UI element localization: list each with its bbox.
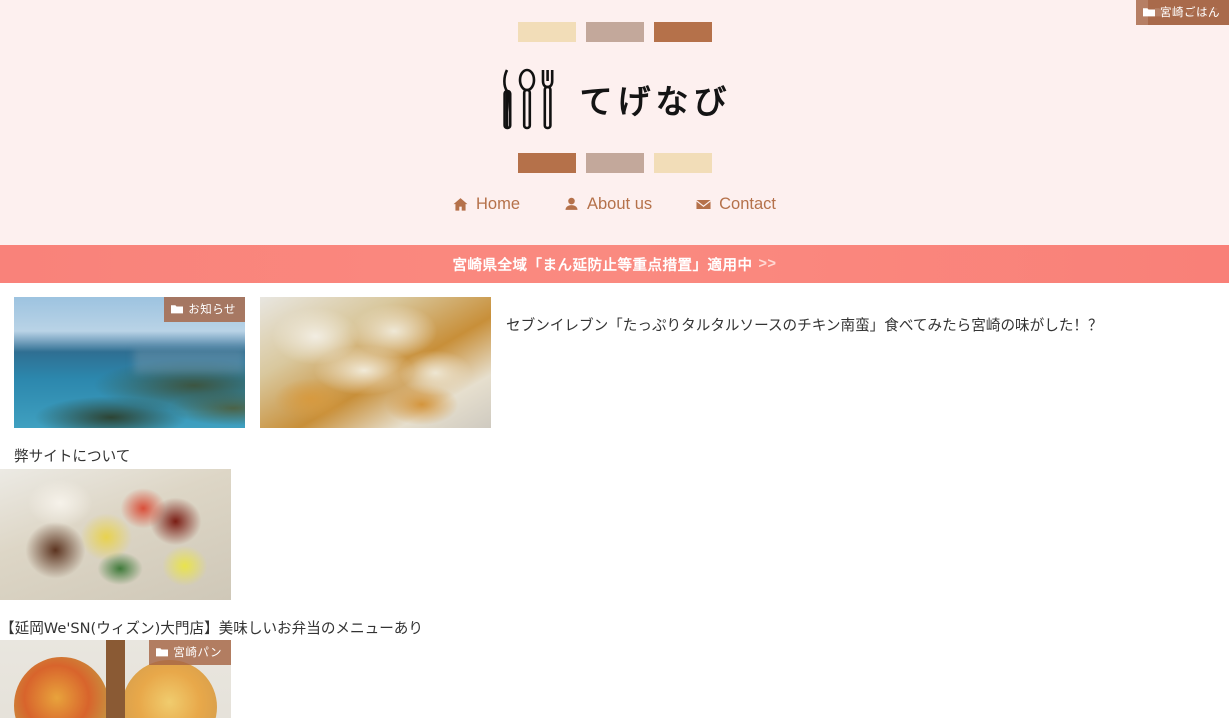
card-thumbnail[interactable]: 宮崎パン: [0, 640, 231, 718]
home-icon: [453, 197, 468, 212]
knife-spoon-fork-icon: [498, 64, 558, 134]
card-thumbnail[interactable]: お知らせ: [14, 297, 245, 428]
card-thumbnail[interactable]: [0, 468, 231, 600]
post-carousel: お知らせ 弊サイトについて コンビニ セブンイレブン「たっぷりタルタルソースのチ…: [0, 0, 1229, 469]
alert-text: 宮崎県全域「まん延防止等重点措置」適用中: [452, 257, 753, 274]
nav-item-about-us[interactable]: About us: [564, 195, 652, 214]
folder-icon: [171, 304, 184, 314]
category-label: 宮崎パン: [173, 647, 222, 660]
card-title[interactable]: 弊サイトについて: [14, 445, 245, 469]
beef-bento-lunchbox-photo: [0, 468, 231, 600]
category-badge[interactable]: お知らせ: [164, 297, 245, 322]
site-title: てげなび: [579, 82, 732, 121]
user-icon: [564, 197, 579, 212]
site-logo[interactable]: てげなび: [498, 64, 732, 134]
bar-cream: [653, 153, 712, 173]
nav-label: Home: [475, 195, 520, 213]
folder-icon: [1143, 7, 1155, 17]
nav-label: About us: [587, 195, 653, 213]
covid-alert-banner[interactable]: 宮崎県全域「まん延防止等重点措置」適用中 >>: [0, 245, 1229, 283]
chicken-nanban-tartar-bento-photo: [260, 297, 491, 428]
bar-taupe: [585, 153, 644, 173]
decorative-bars-bottom: [517, 153, 712, 173]
decorative-bars-top: [517, 22, 712, 42]
category-label: お知らせ: [188, 304, 236, 316]
nav-item-contact[interactable]: Contact: [696, 195, 776, 214]
envelope-icon: [696, 197, 711, 212]
post-card[interactable]: お知らせ 弊サイトについて: [14, 297, 245, 469]
card-title[interactable]: 【延岡We'SN(ウィズン)大門店】美味しいお弁当のメニューあり: [0, 617, 1229, 641]
post-card[interactable]: 宮崎パン 延岡のピザ屋なら『 ピザ・ドンキ』宅配／テイクアウトOK【半額の日あり…: [0, 640, 231, 718]
category-badge[interactable]: 宮崎パン: [149, 640, 231, 666]
bar-terracotta: [653, 22, 712, 42]
site-header: てげなび Home About us Contact: [0, 0, 1229, 245]
alert-arrow: >>: [758, 256, 777, 272]
category-label: 宮崎ごはん: [1160, 7, 1220, 19]
post-card[interactable]: コンビニ: [260, 0, 1229, 469]
nav-item-home[interactable]: Home: [453, 195, 520, 214]
category-badge[interactable]: 宮崎ごはん: [1136, 0, 1229, 25]
main-navigation: Home About us Contact: [453, 195, 776, 214]
bar-cream: [517, 22, 576, 42]
folder-icon: [156, 647, 169, 657]
nav-label: Contact: [719, 195, 777, 213]
card-thumbnail[interactable]: [260, 297, 491, 428]
bar-terracotta: [517, 153, 576, 173]
post-card[interactable]: 宮崎ごはん: [0, 0, 1229, 600]
bar-taupe: [585, 22, 644, 42]
card-title[interactable]: セブンイレブン「たっぷりタルタルソースのチキン南蛮」食べてみたら宮崎の味がした！…: [506, 314, 1103, 469]
